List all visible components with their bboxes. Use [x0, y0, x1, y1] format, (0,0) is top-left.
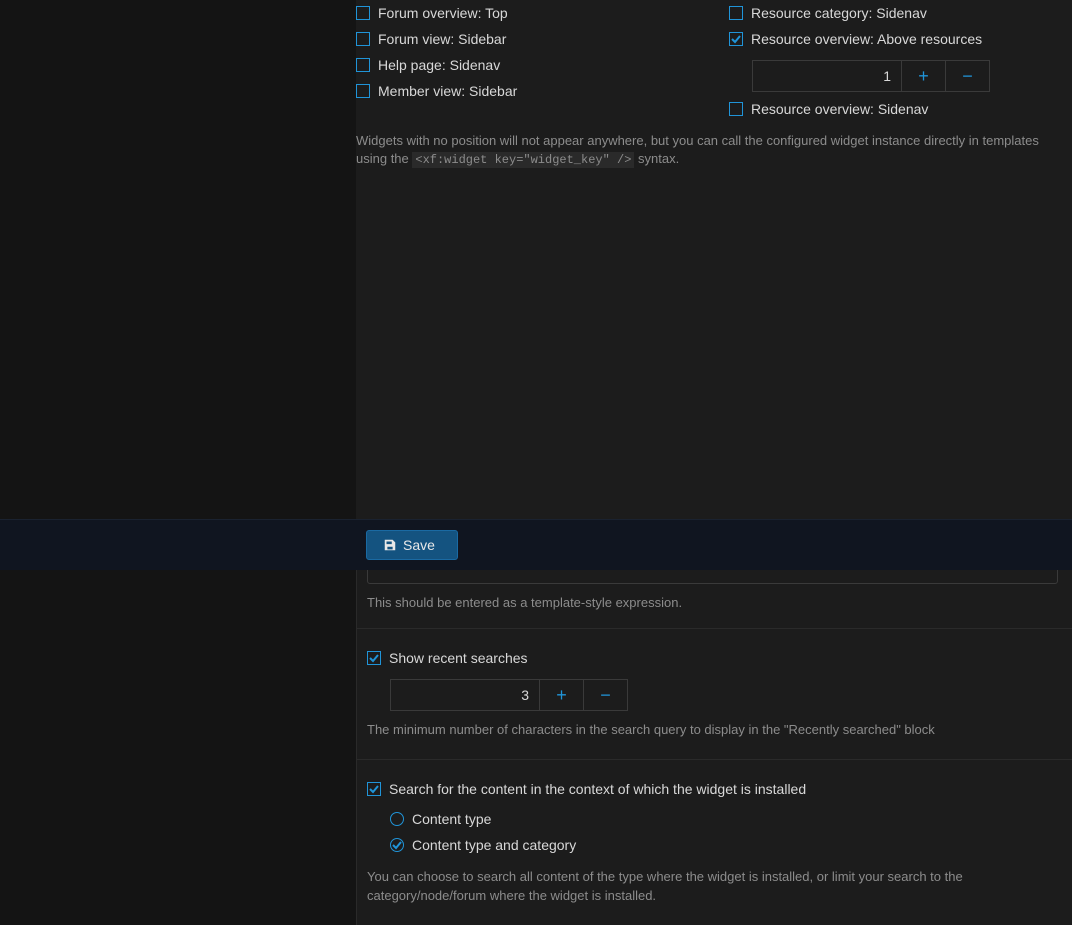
minus-icon: −: [600, 685, 611, 706]
checkbox-icon: [356, 58, 370, 72]
stepper-minus-button[interactable]: −: [946, 60, 990, 92]
position-order-input[interactable]: [752, 60, 902, 92]
checkbox-icon: [356, 32, 370, 46]
radio-icon: [390, 838, 404, 852]
checkbox-icon: [729, 32, 743, 46]
context-search-checkbox[interactable]: Search for the content in the context of…: [367, 776, 1072, 802]
checkbox-icon: [367, 782, 381, 796]
plus-icon: +: [918, 66, 929, 87]
save-icon: [383, 538, 397, 552]
checkbox-icon: [729, 102, 743, 116]
checkbox-icon: [729, 6, 743, 20]
radio-icon: [390, 812, 404, 826]
save-button[interactable]: Save: [366, 530, 458, 560]
recent-searches-help: The minimum number of characters in the …: [367, 721, 1072, 739]
stepper-plus-button[interactable]: +: [902, 60, 946, 92]
positions-section: Forum overview: Top Forum view: Sidebar …: [356, 0, 1072, 185]
recent-searches-stepper: + −: [390, 679, 1072, 711]
checkbox-icon: [356, 6, 370, 20]
position-resource-overview-sidenav[interactable]: Resource overview: Sidenav: [729, 96, 1072, 122]
position-forum-view-sidebar[interactable]: Forum view: Sidebar: [356, 26, 699, 52]
footer: Save: [0, 519, 1072, 570]
radio-content-type[interactable]: Content type: [390, 806, 1072, 832]
context-search-help: You can choose to search all content of …: [367, 868, 1072, 904]
plus-icon: +: [556, 685, 567, 706]
checkbox-icon: [356, 84, 370, 98]
radio-content-type-category[interactable]: Content type and category: [390, 832, 1072, 858]
stepper-minus-button[interactable]: −: [584, 679, 628, 711]
position-member-view-sidebar[interactable]: Member view: Sidebar: [356, 78, 699, 104]
positions-help-text: Widgets with no position will not appear…: [356, 132, 1072, 169]
position-help-page-sidenav[interactable]: Help page: Sidenav: [356, 52, 699, 78]
minus-icon: −: [962, 66, 973, 87]
checkbox-icon: [367, 651, 381, 665]
position-resource-category-sidenav[interactable]: Resource category: Sidenav: [729, 0, 1072, 26]
position-resource-overview-above[interactable]: Resource overview: Above resources: [729, 26, 1072, 52]
position-order-stepper: + −: [752, 60, 1072, 92]
display-condition-help: This should be entered as a template-sty…: [367, 594, 1072, 612]
position-forum-overview-top[interactable]: Forum overview: Top: [356, 0, 699, 26]
recent-searches-input[interactable]: [390, 679, 540, 711]
stepper-plus-button[interactable]: +: [540, 679, 584, 711]
show-recent-searches-checkbox[interactable]: Show recent searches: [367, 645, 1072, 671]
